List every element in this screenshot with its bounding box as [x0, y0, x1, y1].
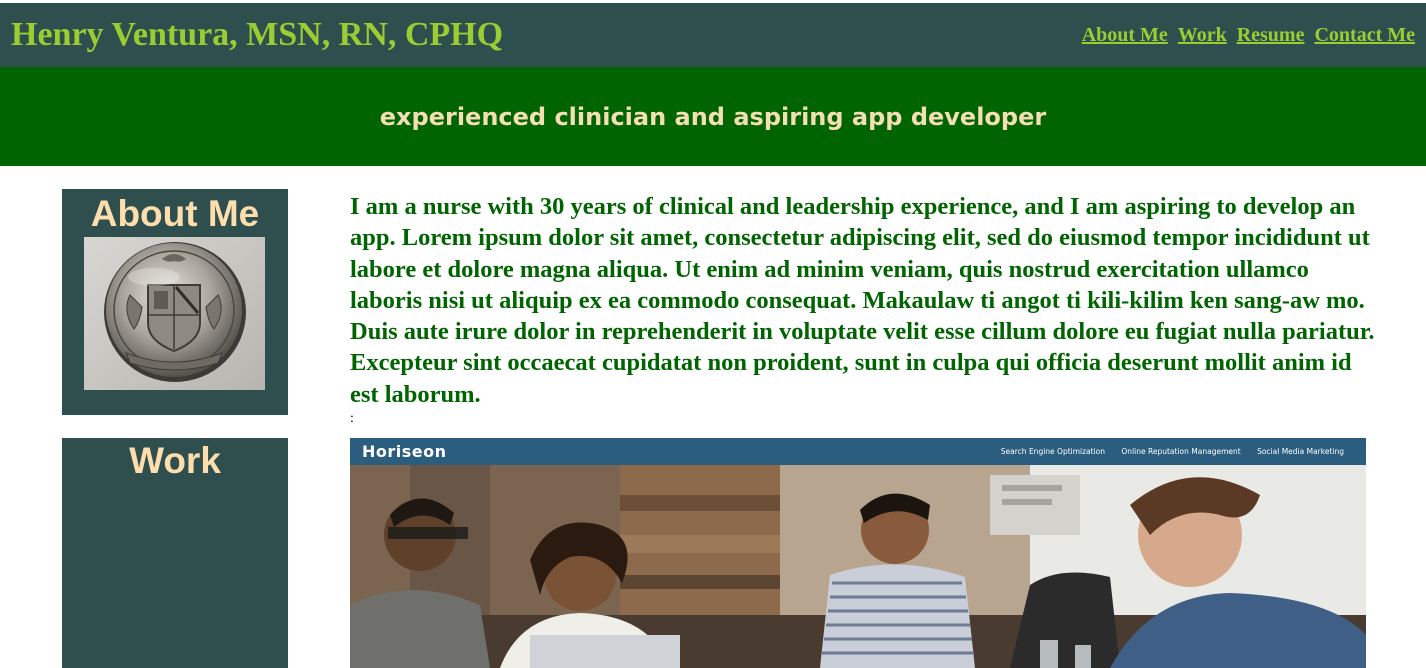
about-me-heading: About Me: [90, 193, 260, 234]
main-nav: About Me Work Resume Contact Me: [1077, 24, 1415, 46]
nav-link-contact-me[interactable]: Contact Me: [1314, 24, 1415, 46]
nav-link-about-me[interactable]: About Me: [1082, 24, 1168, 46]
nursing-pin-image: [84, 237, 265, 390]
about-me-card: About Me: [62, 189, 288, 415]
work-card: Work: [62, 438, 288, 668]
nav-link-work[interactable]: Work: [1178, 24, 1227, 46]
project-nav-link: Social Media Marketing: [1257, 447, 1344, 456]
nav-link-resume[interactable]: Resume: [1237, 24, 1305, 46]
project-nav-links: Search Engine Optimization Online Reputa…: [987, 447, 1344, 456]
hero-banner: experienced clinician and aspiring app d…: [0, 67, 1426, 166]
project-brand: Horiseon: [362, 442, 447, 461]
separator-text: :: [350, 411, 354, 426]
work-heading: Work: [129, 440, 221, 481]
project-nav-bar: Horiseon Search Engine Optimization Onli…: [350, 438, 1366, 465]
tagline: experienced clinician and aspiring app d…: [379, 103, 1047, 131]
about-me-text: I am a nurse with 30 years of clinical a…: [350, 193, 1375, 408]
horiseon-project-screenshot[interactable]: Horiseon Search Engine Optimization Onli…: [350, 438, 1366, 668]
project-nav-link: Online Reputation Management: [1121, 447, 1241, 456]
project-nav-link: Search Engine Optimization: [1000, 447, 1106, 456]
team-meeting-photo: [350, 465, 1366, 668]
site-header: Henry Ventura, MSN, RN, CPHQ About Me Wo…: [0, 3, 1426, 67]
site-title: Henry Ventura, MSN, RN, CPHQ: [11, 16, 504, 53]
